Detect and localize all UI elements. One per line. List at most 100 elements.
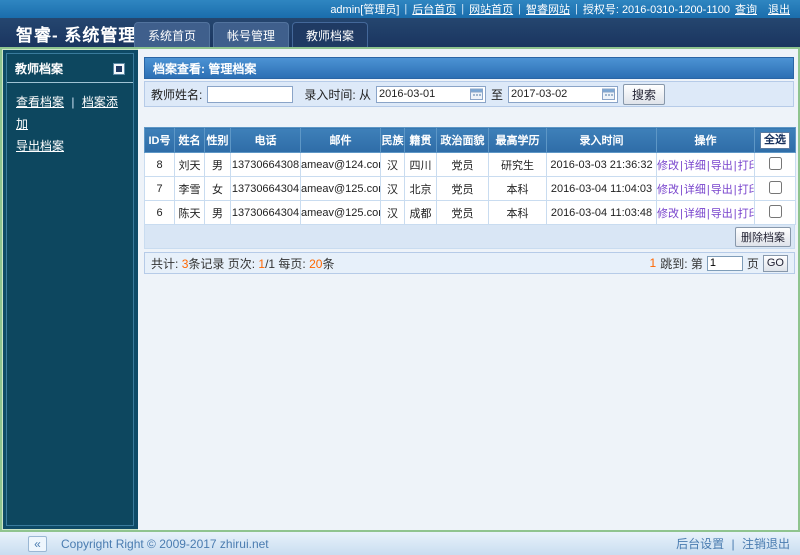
cell-entry-time: 2016-03-04 11:03:48 (547, 201, 657, 225)
page-of-label: /1 每页: (265, 257, 306, 271)
row-checkbox[interactable] (769, 181, 782, 194)
cell-education: 本科 (489, 201, 547, 225)
pagination-summary: 共计: 3条记录 页次: 1/1 每页: 20条 (151, 255, 334, 272)
jump-label: 跳到: 第 (660, 255, 703, 272)
header: 智睿- 系统管理 系统首页 帐号管理 教师档案 (0, 18, 800, 47)
backend-settings-link[interactable]: 后台设置 (676, 537, 724, 551)
select-all-button[interactable]: 全选 (760, 132, 790, 149)
cell-id: 7 (145, 177, 175, 201)
sidebar-item-export-archive[interactable]: 导出档案 (16, 139, 64, 153)
col-header-entry-time: 录入时间 (547, 128, 657, 153)
logout-link[interactable]: 退出 (768, 1, 790, 17)
footer: « Copyright Right © 2009-2017 zhirui.net… (0, 532, 800, 555)
col-header-ethnicity: 民族 (381, 128, 405, 153)
edit-link[interactable]: 修改 (657, 160, 679, 172)
sidebar-header: 教师档案 (7, 54, 133, 83)
go-button[interactable]: GO (763, 255, 788, 272)
col-header-select-all: 全选 (755, 128, 796, 153)
sidebar-item-view-archive[interactable]: 查看档案 (16, 95, 64, 109)
site-home-link[interactable]: 网站首页 (469, 1, 513, 17)
cell-email: ameav@125.com (301, 177, 381, 201)
sidebar: 教师档案 查看档案 | 档案添加 导出档案 (2, 49, 138, 530)
edit-link[interactable]: 修改 (657, 184, 679, 196)
cell-gender: 女 (205, 177, 231, 201)
sidebar-links: 查看档案 | 档案添加 导出档案 (7, 83, 133, 165)
archive-table: ID号 姓名 性别 电话 邮件 民族 籍贯 政治面貌 最高学历 录入时间 操作 … (144, 127, 796, 225)
col-header-hometown: 籍贯 (405, 128, 437, 153)
detail-link[interactable]: 详细 (684, 208, 706, 220)
print-link[interactable]: 打印 (738, 160, 755, 172)
pagination-bar: 共计: 3条记录 页次: 1/1 每页: 20条 1 跳到: 第 页 GO (144, 252, 795, 274)
date-to-input[interactable] (511, 88, 602, 100)
license-query-link[interactable]: 查询 (735, 1, 757, 17)
cell-education: 研究生 (489, 153, 547, 177)
cell-gender: 男 (205, 201, 231, 225)
current-page-link[interactable]: 1 (650, 256, 657, 270)
cell-id: 6 (145, 201, 175, 225)
calendar-icon[interactable] (470, 88, 483, 100)
sidebar-title: 教师档案 (15, 60, 63, 77)
search-button[interactable]: 搜索 (623, 84, 665, 105)
separator: | (680, 160, 683, 172)
cell-phone: 13730664304 (231, 177, 301, 201)
page-word: 页 (747, 255, 759, 272)
cell-political: 党员 (437, 153, 489, 177)
calendar-icon[interactable] (602, 88, 615, 100)
cell-actions: 修改|详细|导出|打印 (657, 177, 755, 201)
teacher-name-label: 教师姓名: (151, 86, 202, 103)
col-header-id: ID号 (145, 128, 175, 153)
col-header-political: 政治面貌 (437, 128, 489, 153)
tab-teacher-archive[interactable]: 教师档案 (292, 22, 368, 47)
copyright-text: Copyright Right © 2009-2017 zhirui.net (61, 537, 269, 551)
delete-archive-button[interactable]: 删除档案 (735, 227, 791, 247)
separator: | (732, 537, 735, 551)
cell-actions: 修改|详细|导出|打印 (657, 153, 755, 177)
export-link[interactable]: 导出 (711, 184, 733, 196)
per-page-suffix: 条 (322, 257, 334, 271)
teacher-name-input[interactable] (207, 86, 293, 103)
cell-ethnicity: 汉 (381, 177, 405, 201)
detail-link[interactable]: 详细 (684, 184, 706, 196)
cell-entry-time: 2016-03-04 11:04:03 (547, 177, 657, 201)
collapse-sidebar-button[interactable]: « (28, 536, 47, 552)
cell-email: ameav@125.com (301, 201, 381, 225)
main-content: 档案查看: 管理档案 教师姓名: 录入时间: 从 至 (138, 49, 798, 530)
logout-footer-link[interactable]: 注销退出 (742, 537, 790, 551)
print-link[interactable]: 打印 (738, 208, 755, 220)
separator: | (404, 3, 407, 15)
cell-actions: 修改|详细|导出|打印 (657, 201, 755, 225)
edit-link[interactable]: 修改 (657, 208, 679, 220)
separator: | (575, 3, 578, 15)
col-header-gender: 性别 (205, 128, 231, 153)
date-from-input[interactable] (379, 88, 470, 100)
tab-account-management[interactable]: 帐号管理 (213, 22, 289, 47)
separator: | (734, 184, 737, 196)
pagination-controls: 1 跳到: 第 页 GO (650, 255, 789, 272)
export-link[interactable]: 导出 (711, 160, 733, 172)
separator: | (518, 3, 521, 15)
export-link[interactable]: 导出 (711, 208, 733, 220)
cell-name: 陈天 (175, 201, 205, 225)
page-title: 档案查看: 管理档案 (144, 57, 794, 79)
cell-hometown: 成都 (405, 201, 437, 225)
date-from-field (376, 86, 486, 103)
row-checkbox[interactable] (769, 157, 782, 170)
zhirui-site-link[interactable]: 智睿网站 (526, 1, 570, 17)
detail-link[interactable]: 详细 (684, 160, 706, 172)
to-label: 至 (491, 86, 503, 103)
cell-phone: 13730664304 (231, 201, 301, 225)
per-page-count: 20 (309, 257, 322, 271)
cell-hometown: 北京 (405, 177, 437, 201)
cell-name: 李雪 (175, 177, 205, 201)
cell-political: 党员 (437, 177, 489, 201)
backend-home-link[interactable]: 后台首页 (412, 1, 456, 17)
license-number: 授权号: 2016-0310-1200-1100 (583, 1, 730, 17)
separator: | (680, 208, 683, 220)
cell-political: 党员 (437, 201, 489, 225)
jump-page-input[interactable] (707, 256, 743, 271)
table-row: 6 陈天 男 13730664304 ameav@125.com 汉 成都 党员… (145, 201, 796, 225)
row-checkbox[interactable] (769, 205, 782, 218)
panel-collapse-icon[interactable] (113, 63, 125, 75)
tab-system-home[interactable]: 系统首页 (134, 22, 210, 47)
print-link[interactable]: 打印 (738, 184, 755, 196)
